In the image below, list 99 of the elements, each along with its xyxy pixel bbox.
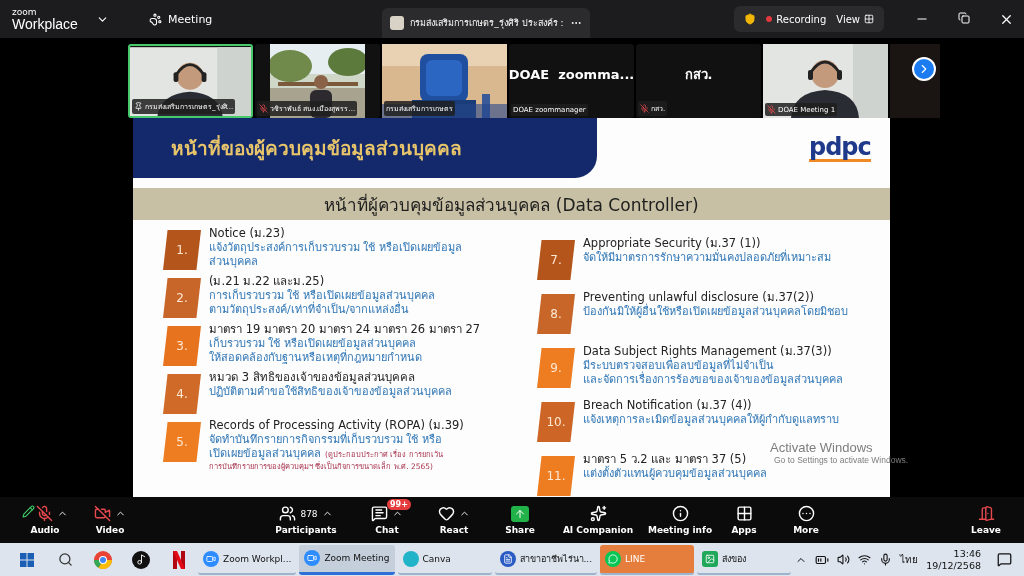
paw-icon [149, 12, 162, 26]
share-button[interactable]: Share [490, 498, 550, 542]
ribbon-icon [173, 550, 185, 569]
apps-button[interactable]: Apps [714, 498, 774, 542]
ai-companion-button[interactable]: AI Companion [550, 498, 646, 542]
speech-bubble-icon [605, 550, 622, 567]
people-icon [279, 505, 297, 522]
door-icon [977, 505, 995, 522]
number-marker: 4. [163, 374, 201, 414]
apps-icon [735, 505, 753, 522]
video-button[interactable]: Video [74, 498, 146, 542]
number-marker: 1. [163, 230, 201, 270]
clock[interactable]: 13:46 19/12/2568 [926, 547, 981, 572]
next-page-button[interactable] [912, 57, 936, 81]
video-camera-icon [203, 550, 219, 567]
participants-button[interactable]: 878 Participants [256, 498, 356, 542]
search-icon [57, 552, 73, 567]
document-icon [499, 550, 516, 567]
item-description: ส่วนบุคคล [209, 255, 259, 269]
participant-name: DOAE zoomma... [508, 66, 635, 82]
item-description: ให้สอดคล้องกับฐานหรือเหตุที่กฎหมายกำหนด [209, 351, 423, 365]
item-title: (ม.21 ม.22 และม.25) [209, 274, 326, 288]
taskbar-app[interactable]: Canva [397, 544, 492, 575]
taskbar-app[interactable]: ส่งของ [697, 544, 792, 575]
item-title: Appropriate Security (ม.37 (1)) [583, 236, 761, 250]
item-description: จัดทำบันทึกรายการกิจกรรมที่เก็บรวบรวม ใช้ หรือ [209, 433, 443, 447]
video-camera-icon [304, 550, 321, 566]
audio-button[interactable]: Audio [16, 498, 74, 542]
speaker-icon[interactable] [837, 553, 851, 566]
unread-badge: 99+ [387, 499, 411, 510]
input-language[interactable]: ไทย [900, 552, 919, 567]
number-marker: 8. [537, 294, 575, 334]
item-description: เปิดเผยข้อมูลส่วนบุคคล [209, 447, 321, 461]
item-description: การเก็บรวบรวม ใช้ หรือเปิดเผยข้อมูลส่วนบุคคล [209, 289, 435, 302]
item-description: และจัดการเรื่องการร้องขอของเจ้าของข้อมูลส่วนบุคคล [583, 373, 843, 387]
number-marker: 10. [537, 402, 575, 442]
item-title: Breach Notification (ม.37 (4)) [583, 398, 753, 413]
taskbar-app[interactable]: Zoom Meeting [299, 544, 395, 575]
meeting-tab[interactable]: Meeting [149, 12, 213, 26]
recording-label: Recording [776, 13, 827, 25]
item-description: แต่งตั้งตัวแทนผู้ควบคุมข้อมูลส่วนบุคคล [583, 467, 767, 481]
heart-icon [438, 505, 455, 522]
item-title: Data Subject Rights Management (ม.37(3)) [583, 344, 833, 358]
image-icon [702, 550, 719, 567]
avatar-icon [390, 16, 405, 30]
view-label[interactable]: View [836, 13, 860, 25]
mic-muted-icon [22, 505, 53, 522]
item-title: Records of Processing Activity (ROPA) (ม.39) [209, 418, 464, 432]
item-description: ป้องกันมิให้ผู้อื่นใช้หรือเปิดเผยข้อมูลส่วนบุคคลโดยมิชอบ [583, 305, 848, 319]
recording-indicator[interactable]: Recording View [734, 6, 884, 32]
activation-notice: Activate Windows [770, 440, 874, 455]
taskbar-app[interactable]: สาขาอาชีพไร่นา... [494, 544, 598, 575]
share-icon [511, 505, 529, 522]
music-note-icon [132, 550, 150, 569]
meeting-info-button[interactable]: Meeting info [646, 498, 714, 542]
participant-count: 878 [300, 508, 318, 519]
slide-banner: หน้าที่ของผู้ควบคุมข้อมูลส่วนบุคคล [133, 118, 597, 178]
video-off-icon [94, 505, 111, 522]
react-button[interactable]: React [418, 498, 490, 542]
more-button[interactable]: More [774, 498, 838, 542]
item-title: หมวด 3 สิทธิของเจ้าของข้อมูลส่วนบุคคล [209, 370, 415, 385]
more-icon [797, 505, 815, 522]
item-description: มีระบบตรวจสอบเพื่อลบข้อมูลที่ไม่จำเป็น [583, 359, 774, 372]
pdpc-logo: pdpc [809, 134, 871, 162]
share-indicator[interactable]: กรมส่งเสริมการเกษตร_รุ่งศิริ ประสงค์ร : [382, 8, 590, 38]
wifi-icon[interactable] [858, 553, 872, 566]
slide-heading: หน้าที่ผู้ควบคุมข้อมูลส่วนบุคคล (Data Controller) [133, 188, 890, 220]
item-description: ตามวัตถุประสงค์/เท่าที่จำเป็น/จากแหล่งอื่น [209, 303, 410, 317]
item-title: มาตรา 19 มาตรา 20 มาตรา 24 มาตรา 26 มาตรา 27 [209, 322, 481, 336]
participant-name: กสว. [684, 65, 713, 84]
notification-icon[interactable] [997, 552, 1012, 567]
item-description: แจ้งเหตุการละเมิดข้อมูลส่วนบุคคลให้ผู้กำกับดูแลทราบ [583, 413, 839, 427]
chat-button[interactable]: Chat 99+ [356, 498, 418, 542]
item-description: เก็บรวบรวม ใช้ หรือเปิดเผยข้อมูลส่วนบุคคล [209, 337, 416, 350]
item-title: Preventing unlawful disclosure (ม.37(2)) [583, 290, 814, 304]
number-marker: 5. [163, 422, 201, 462]
chat-icon [371, 505, 388, 522]
item-title: มาตรา 5 ว.2 และ มาตรา 37 (5) [583, 452, 748, 466]
item-title: Notice (ม.23) [209, 226, 286, 240]
zoom-workplace-logo: zoom Workplace [12, 7, 79, 31]
chrome-icon [94, 550, 112, 569]
grid-icon [864, 14, 874, 24]
leave-button[interactable]: Leave [958, 498, 1014, 542]
taskbar-app[interactable]: Zoom Workpl... [198, 544, 297, 575]
item-description: แจ้งวัตถุประสงค์การเก็บรวบรวม ใช้ หรือเปิดเผยข้อมูล [209, 241, 462, 255]
number-marker: 3. [163, 326, 201, 366]
sparkle-icon [589, 505, 607, 522]
recording-dot-icon [766, 16, 773, 22]
number-marker: 2. [163, 278, 201, 318]
info-icon [671, 505, 689, 522]
number-marker: 7. [537, 240, 575, 280]
number-marker: 9. [537, 348, 575, 388]
item-description: จัดให้มีมาตรการรักษาความมั่นคงปลอดภัยที่เหมาะสม [583, 251, 831, 265]
number-marker: 11. [537, 456, 575, 496]
windows-icon [20, 552, 34, 567]
circle-icon [402, 550, 419, 567]
item-description: ปฏิบัติตามคำขอใช้สิทธิของเจ้าของข้อมูลส่วนบุคคล [209, 385, 452, 399]
mic-icon[interactable] [879, 553, 893, 566]
shield-icon [744, 13, 757, 25]
